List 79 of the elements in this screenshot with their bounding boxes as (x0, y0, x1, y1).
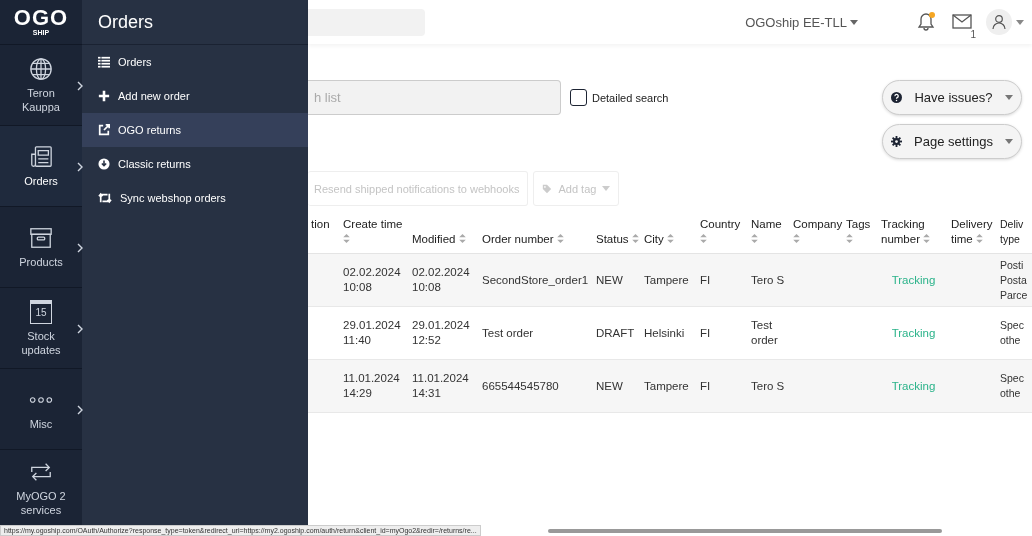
column-header[interactable]: Name (748, 215, 790, 254)
scrollbar[interactable] (548, 529, 942, 533)
plus-icon (98, 90, 110, 102)
list-icon (98, 56, 110, 68)
search-field[interactable] (308, 8, 425, 36)
bell-icon[interactable] (916, 12, 936, 32)
table-cell: FI (700, 326, 711, 339)
column-header[interactable]: tion (308, 215, 340, 254)
table-cell: Tampere (644, 273, 689, 286)
table-cell: 02.02.2024 10:08 (343, 266, 401, 293)
caret-icon (1005, 139, 1013, 144)
table-cell: NEW (596, 379, 623, 392)
caret-icon (1005, 95, 1013, 100)
table-cell: Tero S (751, 273, 785, 286)
table-cell: Posti Posta Parce (1000, 258, 1028, 301)
submenu-item[interactable]: Add new order (82, 79, 308, 113)
column-header[interactable]: Delivery time (948, 215, 1000, 254)
box-icon (29, 225, 53, 250)
mail-icon[interactable] (952, 14, 972, 30)
column-header[interactable]: Tags (843, 215, 878, 254)
nav-label: Orders (23, 173, 59, 188)
checkbox[interactable] (570, 89, 587, 106)
tag-icon (542, 183, 553, 194)
newspaper-icon (29, 144, 53, 169)
nav-label: Products (18, 254, 64, 269)
table-cell: 665544545780 (482, 379, 559, 392)
nav-label: Misc (28, 416, 54, 431)
nav-label: Teron Kauppa (21, 85, 61, 114)
table-cell: Tero S (751, 379, 785, 392)
column-header[interactable]: Country (697, 215, 748, 254)
submenu-item[interactable]: Sync webshop orders (82, 181, 308, 215)
column-header[interactable]: Modified (409, 215, 479, 254)
nav-label: Stock updates (20, 328, 62, 357)
globe-icon (29, 56, 53, 81)
table-cell: 02.02.2024 10:08 (412, 266, 470, 293)
search-field[interactable]: h list (308, 80, 561, 115)
calendar-icon: 15 (30, 299, 52, 324)
table-cell: 29.01.2024 11:40 (343, 319, 401, 346)
nav-item[interactable]: MyOGO 2 services (0, 450, 82, 526)
column-header[interactable]: Tracking number (878, 215, 948, 254)
retweet-icon (98, 192, 112, 204)
table-cell: 29.01.2024 12:52 (412, 319, 470, 346)
external-link-icon (98, 124, 110, 136)
table-cell: 11.01.2024 14:29 (343, 372, 400, 399)
table-cell: Test order (482, 326, 534, 339)
download-icon (98, 158, 110, 170)
column-header[interactable]: Deliv type (1000, 215, 1032, 254)
table-cell: Spec othe (1000, 372, 1024, 399)
column-header[interactable]: Order number (479, 215, 593, 254)
column-header[interactable]: Status (593, 215, 641, 254)
warehouse-selector[interactable]: OGOship EE-TLL (745, 14, 858, 30)
column-header[interactable]: City (641, 215, 697, 254)
table-cell: Spec othe (1000, 319, 1024, 346)
caret-icon[interactable] (1016, 19, 1024, 25)
submenu-item[interactable]: Orders (82, 45, 308, 79)
checkbox-label: Detailed search (592, 91, 669, 104)
table-cell: SecondStore_order1 (482, 273, 589, 286)
caret-icon (850, 19, 858, 25)
user-avatar[interactable] (986, 9, 1012, 35)
table-cell: 11.01.2024 14:31 (412, 372, 469, 399)
table-cell: Tampere (644, 379, 689, 392)
dropdown-button[interactable]: Have issues? (882, 80, 1022, 115)
dropdown-button[interactable]: Page settings (882, 124, 1022, 159)
message-count: 1 (970, 29, 976, 40)
submenu-item[interactable]: OGO returns (82, 113, 308, 147)
submenu-item[interactable]: Classic returns (82, 147, 308, 181)
nav-label: MyOGO 2 services (15, 488, 67, 517)
table-cell: FI (700, 379, 711, 392)
table-cell: FI (700, 273, 711, 286)
column-header[interactable]: Company (790, 215, 843, 254)
table-cell: Test order (751, 319, 778, 346)
question-icon (891, 92, 902, 103)
table-cell: NEW (596, 273, 623, 286)
column-header[interactable]: Create time (340, 215, 409, 254)
table-cell: DRAFT (596, 326, 635, 339)
dots-icon (29, 395, 53, 404)
nav-item[interactable]: Orders (0, 126, 82, 207)
table-cell: Helsinki (644, 326, 685, 339)
settings-icon (891, 136, 902, 147)
